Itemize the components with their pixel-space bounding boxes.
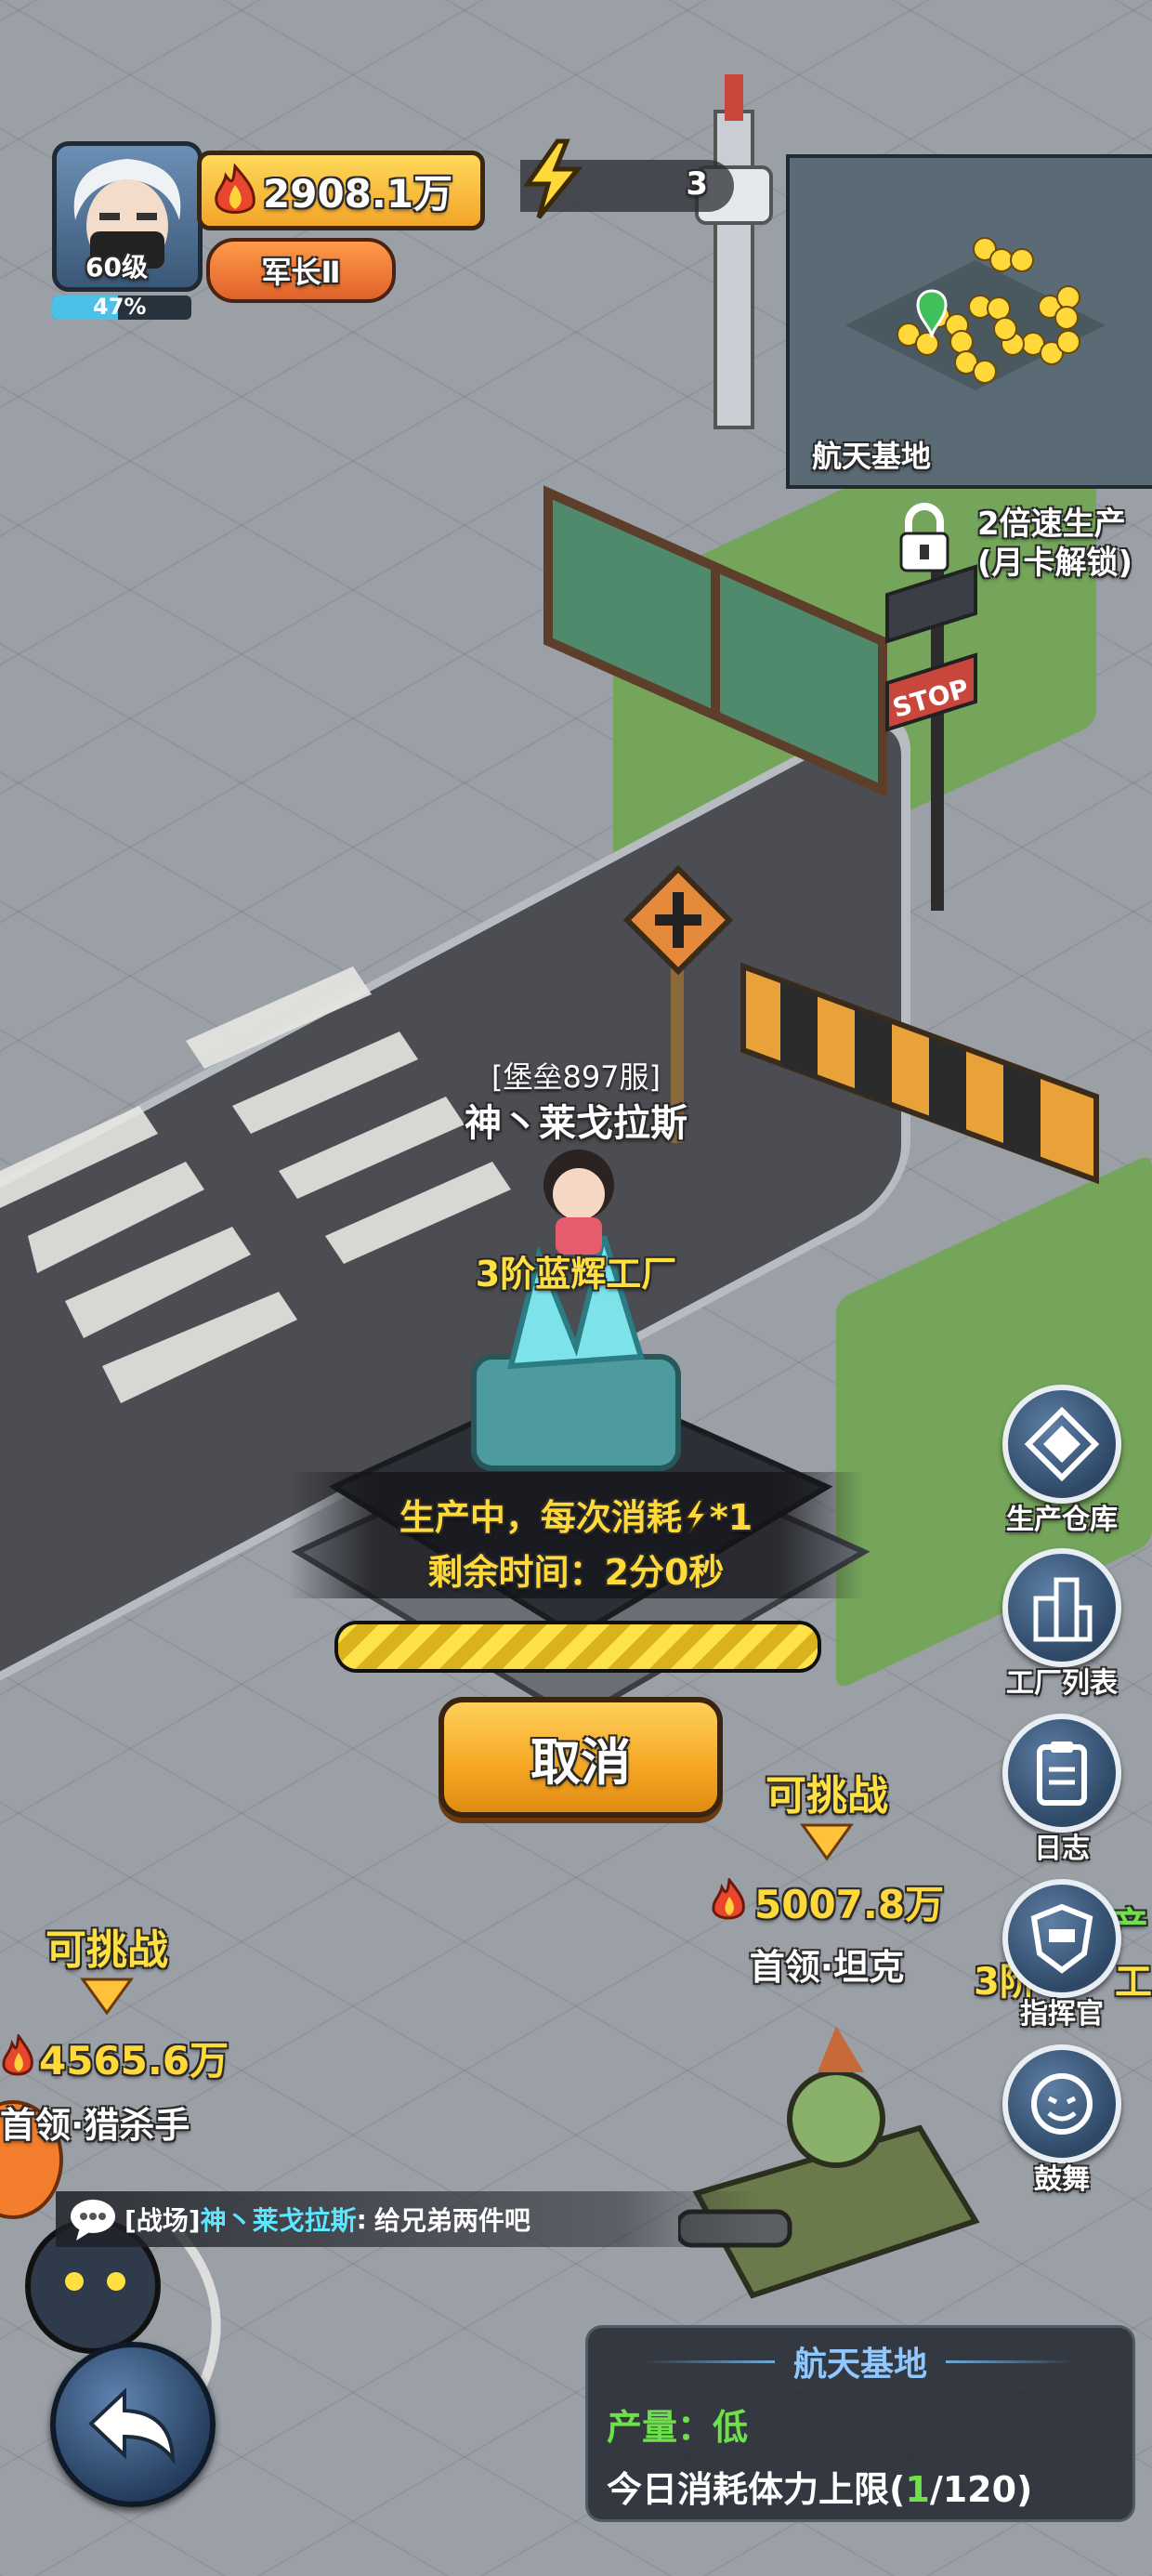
enemy-status: 可挑战	[46, 1926, 168, 1974]
down-arrow-icon	[80, 1978, 134, 2016]
lock-icon	[899, 503, 949, 572]
commander-button[interactable]: 指挥官	[1001, 1879, 1122, 2031]
chat-bubble-icon	[71, 2200, 115, 2241]
stamina-prefix: 今日消耗体力上限(	[607, 2469, 906, 2510]
clipboard-icon	[1037, 1741, 1087, 1806]
minimap-label: 航天基地	[812, 439, 932, 474]
minimap-view	[845, 237, 1106, 390]
power-panel: 2908.1万	[197, 151, 485, 230]
chat-message: 给兄弟两件吧	[373, 2205, 530, 2236]
energy-count: 3	[686, 165, 708, 203]
production-line1-prefix: 生产中，每次消耗	[399, 1497, 682, 1538]
exp-percent: 47%	[93, 294, 147, 320]
production-status-panel: 生产中，每次消耗 *1 剩余时间：2分0秒	[288, 1472, 864, 1598]
enemy-power-value: 4565.6万	[39, 2038, 229, 2083]
enemy-tank[interactable]: 可挑战	[687, 1762, 966, 1866]
factory-name: 3阶蓝辉工厂	[475, 1254, 677, 1295]
road-barrier	[740, 962, 1099, 1185]
minimap[interactable]: 航天基地	[786, 154, 1152, 489]
stamina-used: 1	[905, 2469, 930, 2510]
buildings-icon	[1033, 1577, 1093, 1642]
chat-separator: :	[356, 2203, 367, 2235]
tank-boss-sprite	[678, 2026, 980, 2299]
base-info-panel: 航天基地 产量：低 今日消耗体力上限(1/120)	[585, 2325, 1135, 2522]
stamina-limit-row: 今日消耗体力上限(1/120)	[607, 2461, 1132, 2512]
lightning-icon	[523, 138, 583, 219]
production-line1: 生产中，每次消耗 *1	[288, 1489, 864, 1540]
production-progress-bar	[334, 1621, 821, 1673]
warehouse-label: 生产仓库	[1006, 1504, 1118, 1536]
back-arrow-icon	[88, 2387, 176, 2465]
output-row: 产量：低	[607, 2399, 1132, 2450]
player-level: 60级	[85, 252, 148, 283]
chat-channel: [战场]	[124, 2205, 201, 2236]
enemy-hunter[interactable]: 可挑战	[0, 1916, 214, 2020]
enemy-hunter-name: 首领·猎杀手	[0, 2105, 190, 2146]
lightning-icon	[683, 1499, 708, 1534]
output-label: 产量：	[607, 2407, 713, 2448]
warehouse-icon	[1025, 1407, 1099, 1481]
power-value: 2908.1万	[263, 170, 453, 217]
fire-power-icon	[215, 163, 255, 214]
rank-label: 军长Ⅱ	[261, 255, 341, 290]
cancel-label: 取消	[530, 1732, 631, 1792]
commander-label: 指挥官	[1020, 1998, 1104, 2031]
production-line1-suffix: *1	[709, 1497, 753, 1538]
enemy-tank-name: 首领·坦克	[749, 1947, 905, 1988]
player-avatar-sprite	[543, 1150, 614, 1255]
fire-power-icon	[712, 1877, 745, 1919]
green-fence	[543, 485, 887, 797]
production-remaining-time: 剩余时间：2分0秒	[427, 1552, 725, 1593]
back-button[interactable]	[50, 2342, 216, 2507]
log-button[interactable]: 日志	[1001, 1714, 1122, 1866]
production-progress-fill	[338, 1624, 818, 1669]
speed-boost-line2: (月卡解锁)	[977, 545, 1133, 582]
enemy-status: 可挑战	[766, 1772, 888, 1820]
chat-bar[interactable]: [战场] 神丶莱戈拉斯 : 给兄弟两件吧	[56, 2191, 762, 2247]
enemy-tank-power: 5007.8万	[708, 1873, 944, 1930]
output-value: 低	[713, 2407, 749, 2448]
factory-owner-server: [堡垒897服]	[491, 1059, 661, 1095]
cheer-face-icon	[1031, 2073, 1093, 2135]
enemy-power-value: 5007.8万	[754, 1882, 945, 1927]
factory-list-label: 工厂列表	[1006, 1667, 1118, 1700]
encourage-button[interactable]: 鼓舞	[1001, 2044, 1122, 2197]
log-label: 日志	[1034, 1833, 1090, 1865]
rank-badge[interactable]: 军长Ⅱ	[206, 238, 396, 303]
down-arrow-icon	[800, 1823, 854, 1861]
factory-list-button[interactable]: 工厂列表	[1001, 1548, 1122, 1701]
chat-sender: 神丶莱戈拉斯	[200, 2205, 357, 2236]
warehouse-button[interactable]: 生产仓库	[1001, 1385, 1122, 1537]
fire-power-icon	[2, 2033, 33, 2075]
speed-boost-button[interactable]: 2倍速生产 (月卡解锁)	[892, 496, 1152, 582]
shield-badge-icon	[1030, 1903, 1093, 1974]
encourage-label: 鼓舞	[1034, 2163, 1090, 2196]
base-info-title: 航天基地	[792, 2346, 927, 2384]
factory-owner-name: 神丶莱戈拉斯	[465, 1102, 687, 1145]
enemy-hunter-power: 4565.6万	[0, 2030, 229, 2086]
stamina-suffix: /120)	[929, 2469, 1033, 2510]
cancel-button[interactable]: 取消	[439, 1697, 723, 1818]
